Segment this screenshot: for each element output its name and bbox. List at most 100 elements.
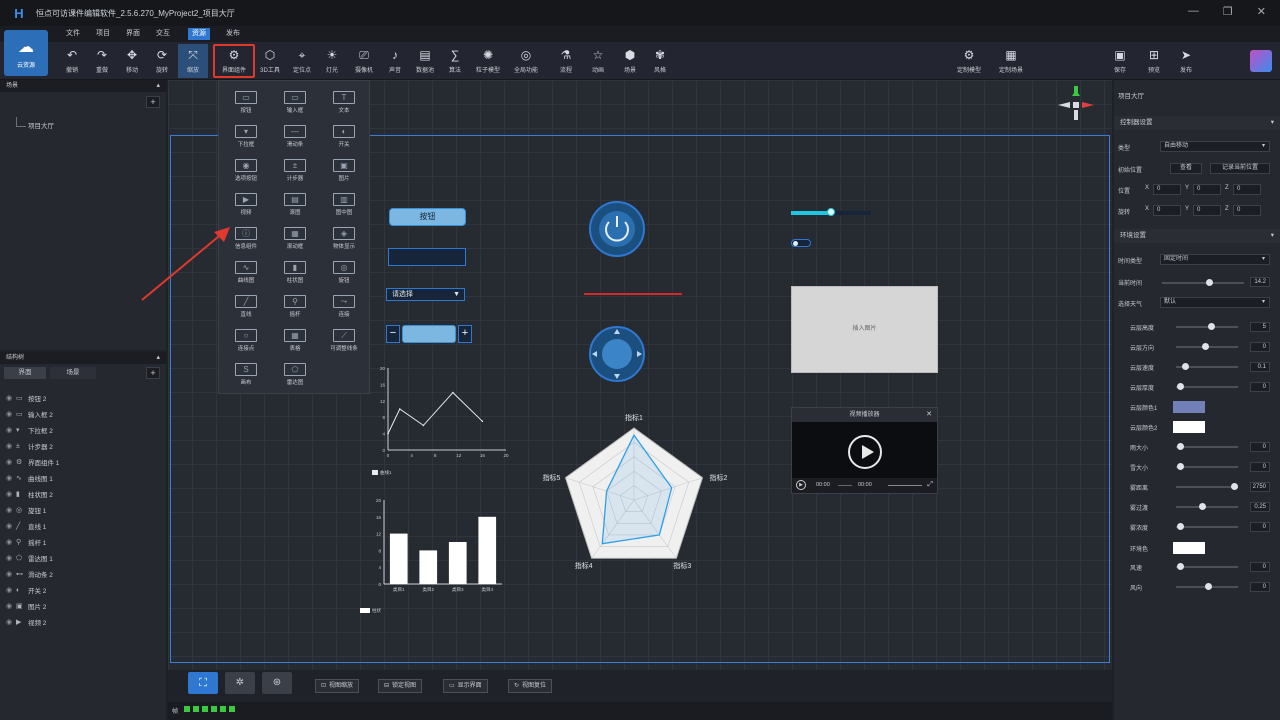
canvas-video-player[interactable]: 视频播放器 ✕ ▶ 00:00 00:00 ⤢ <box>791 407 938 494</box>
canvas-button[interactable]: 按钮 <box>389 208 466 226</box>
collapse-icon[interactable]: ▴ <box>156 80 160 92</box>
current-time-value[interactable]: 14.2 <box>1250 277 1270 287</box>
fog-color-swatch[interactable] <box>1173 542 1205 554</box>
menu-resource[interactable]: 资源 <box>188 28 210 40</box>
eye-icon[interactable]: ◉ <box>6 474 16 482</box>
fullscreen-icon[interactable]: ⤢ <box>927 481 933 489</box>
minimize-button[interactable]: — <box>1188 5 1199 18</box>
toolbar-move-button[interactable]: ✥ 移动 <box>117 44 147 78</box>
cloud-color1-swatch[interactable] <box>1173 401 1205 413</box>
eye-icon[interactable]: ◉ <box>6 458 16 466</box>
toolbar-rotate-button[interactable]: ⟳ 旋转 <box>147 44 177 78</box>
layer-item[interactable]: ◉ ⚲ 摇杆 1 <box>6 535 46 549</box>
prop-value[interactable]: 0.25 <box>1250 502 1270 512</box>
prop-value[interactable]: 0 <box>1250 342 1270 352</box>
eye-icon[interactable]: ◉ <box>6 570 16 578</box>
canvas-dropdown[interactable]: 请选择 ▼ <box>386 288 465 301</box>
eye-icon[interactable]: ◉ <box>6 506 16 514</box>
layer-item[interactable]: ◉ ⬠ 雷达图 1 <box>6 551 53 565</box>
stepper-minus-button[interactable]: − <box>386 325 400 343</box>
menu-interface[interactable]: 界面 <box>122 28 144 40</box>
layer-item[interactable]: ◉ ▭ 按钮 2 <box>6 391 46 405</box>
view-mode-scene-button[interactable]: ⊛ <box>262 672 292 694</box>
prop-value[interactable]: 2750 <box>1250 482 1270 492</box>
canvas-input-box[interactable] <box>388 248 466 266</box>
menu-publish[interactable]: 发布 <box>222 28 244 40</box>
toolbar-data-pool-button[interactable]: ▤ 数据池 <box>410 44 440 78</box>
toolbar-light-button[interactable]: ☀ 灯光 <box>317 44 347 78</box>
axis-gizmo[interactable] <box>1056 84 1096 132</box>
toolbar-camera-button[interactable]: ⎚ 摄像机 <box>349 44 379 78</box>
component-0[interactable]: ▭ 按钮 <box>223 87 269 117</box>
eye-icon[interactable]: ◉ <box>6 442 16 450</box>
toolbar-sound-button[interactable]: ♪ 声音 <box>380 44 410 78</box>
component-25[interactable]: ⬠ 雷达图 <box>272 359 318 389</box>
component-5[interactable]: ◐ 开关 <box>321 121 367 151</box>
component-7[interactable]: ± 计步器 <box>272 155 318 185</box>
radar-chart[interactable]: 指标1 指标2 指标3 指标4 指标5 <box>530 404 740 580</box>
canvas-line[interactable] <box>584 293 682 295</box>
layer-item[interactable]: ◉ ╱ 直线 1 <box>6 519 46 533</box>
layer-item[interactable]: ◉ ◎ 旋钮 1 <box>6 503 46 517</box>
weather-select[interactable]: 默认 ▾ <box>1160 297 1270 308</box>
prop-slider[interactable] <box>1176 343 1238 350</box>
video-small-play-icon[interactable]: ▶ <box>796 480 806 490</box>
avatar[interactable] <box>1250 50 1272 72</box>
prop-slider[interactable] <box>1176 323 1238 330</box>
component-22[interactable]: ▦ 表格 <box>272 325 318 355</box>
prop-slider[interactable] <box>1176 363 1238 370</box>
toolbar-undo-button[interactable]: ↶ 撤销 <box>57 44 87 78</box>
eye-icon[interactable]: ◉ <box>6 618 16 626</box>
add-scene-button[interactable]: + <box>146 96 160 108</box>
video-close-icon[interactable]: ✕ <box>926 408 932 422</box>
menu-file[interactable]: 文件 <box>62 28 84 40</box>
tree-item-lobby[interactable]: 项目大厅 <box>28 120 54 130</box>
prop-slider[interactable] <box>1176 583 1238 590</box>
close-button[interactable]: ✕ <box>1257 5 1266 18</box>
menu-interaction[interactable]: 交互 <box>152 28 174 40</box>
toolbar-particle-button[interactable]: ✺ 粒子模型 <box>469 44 507 78</box>
toolbar-flow-button[interactable]: ⚗ 流程 <box>551 44 581 78</box>
layer-item[interactable]: ◉ ▣ 图片 2 <box>6 599 46 613</box>
eye-icon[interactable]: ◉ <box>6 538 16 546</box>
component-14[interactable]: ◈ 物体显示 <box>321 223 367 253</box>
prop-slider[interactable] <box>1176 383 1238 390</box>
time-type-select[interactable]: 固定时间 ▾ <box>1160 254 1270 265</box>
component-24[interactable]: S 画布 <box>223 359 269 389</box>
eye-icon[interactable]: ◉ <box>6 410 16 418</box>
layer-item[interactable]: ◉ ▶ 视频 2 <box>6 615 46 629</box>
prop-value[interactable]: 0 <box>1250 382 1270 392</box>
component-4[interactable]: — 滑动条 <box>272 121 318 151</box>
component-1[interactable]: ▭ 输入框 <box>272 87 318 117</box>
eye-icon[interactable]: ◉ <box>6 602 16 610</box>
toolbar-ui-components-button[interactable]: ⚙ 界面组件 <box>213 44 255 78</box>
menu-project[interactable]: 项目 <box>92 28 114 40</box>
prop-slider[interactable] <box>1176 463 1238 470</box>
layer-item[interactable]: ◉ ▭ 输入框 2 <box>6 407 53 421</box>
view-mode-2d-button[interactable]: ⛶ <box>188 672 218 694</box>
section-controller[interactable]: 控制器设置 ▾ <box>1114 116 1280 130</box>
component-19[interactable]: ⚲ 摇杆 <box>272 291 318 321</box>
stepper-plus-button[interactable]: + <box>458 325 472 343</box>
reset-view-button[interactable]: ↻ 视图复位 <box>508 679 553 693</box>
axis-y-field[interactable]: 0 <box>1193 184 1221 195</box>
component-10[interactable]: ▤ 滚图 <box>272 189 318 219</box>
toolbar-scene-button[interactable]: ⬢ 场景 <box>615 44 645 78</box>
prop-value[interactable]: 0.1 <box>1250 362 1270 372</box>
toolbar-scale-button[interactable]: ⤧ 缩放 <box>178 44 208 78</box>
collapse-icon[interactable]: ▴ <box>156 352 160 364</box>
toolbar-animation-button[interactable]: ☆ 动画 <box>583 44 613 78</box>
video-volume-slider[interactable] <box>888 485 922 486</box>
tab-interface[interactable]: 界面 <box>4 367 46 379</box>
current-time-slider[interactable] <box>1162 279 1244 286</box>
stepper-value-field[interactable] <box>402 325 456 343</box>
prop-value[interactable]: 5 <box>1250 322 1270 332</box>
component-17[interactable]: ◎ 旋钮 <box>321 257 367 287</box>
toolbar-save-button[interactable]: ▣ 保存 <box>1106 44 1134 78</box>
tab-scene[interactable]: 场景 <box>50 367 96 379</box>
toolbar-style-button[interactable]: ✾ 风格 <box>645 44 675 78</box>
view-button[interactable]: 查看 <box>1170 163 1202 174</box>
component-16[interactable]: ▮ 柱状图 <box>272 257 318 287</box>
restore-button[interactable]: ❐ <box>1223 5 1233 18</box>
canvas-image-placeholder[interactable]: 插入图片 <box>791 286 938 373</box>
